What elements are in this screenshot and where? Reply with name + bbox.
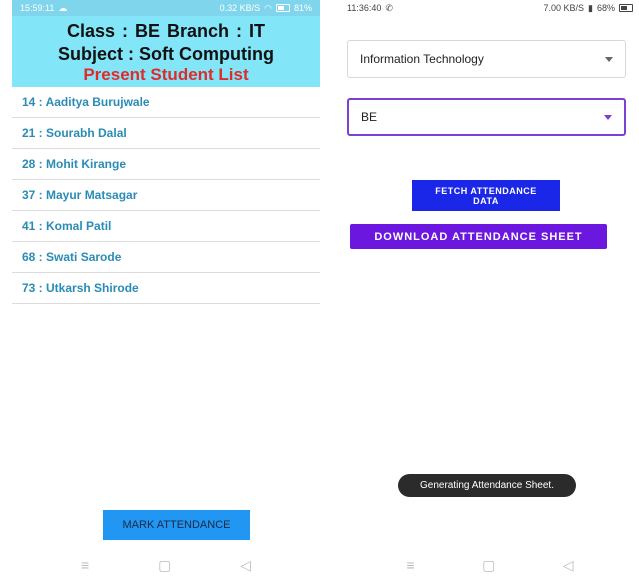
chevron-down-icon (605, 56, 613, 62)
wifi-icon: ◠ (264, 2, 272, 13)
network-speed: 7.00 KB/S (543, 3, 585, 13)
network-speed: 0.32 KB/S (219, 3, 261, 13)
menu-icon[interactable]: ≡ (406, 557, 414, 573)
status-time: 11:36:40 (347, 3, 382, 13)
class-select[interactable]: BE (347, 98, 626, 136)
branch-select[interactable]: Information Technology (347, 40, 626, 78)
battery-percent: 81% (293, 3, 312, 13)
back-icon[interactable]: ◁ (563, 557, 574, 574)
menu-icon[interactable]: ≡ (81, 557, 89, 573)
class-branch-title: Class : BE Branch : IT (66, 21, 266, 41)
signal-icon: ▮ (588, 2, 593, 13)
download-sheet-button[interactable]: DOWNLOAD ATTENDANCE SHEET (350, 224, 607, 249)
attendance-header: Class : BE Branch : IT Subject : Soft Co… (12, 16, 320, 87)
branch-select-value: Information Technology (360, 52, 484, 66)
mark-attendance-button[interactable]: MARK ATTENDANCE (103, 510, 250, 540)
home-icon[interactable]: ▢ (482, 557, 495, 574)
status-bar: 15:59:11 ☁ 0.32 KB/S ◠ 81% (12, 0, 320, 16)
list-item[interactable]: 73 : Utkarsh Shirode (12, 273, 320, 304)
list-item[interactable]: 28 : Mohit Kirange (12, 149, 320, 180)
chevron-down-icon (604, 114, 612, 120)
navigation-bar: ≡ ▢ ◁ (339, 547, 639, 583)
student-list: 14 : Aaditya Burujwale 21 : Sourabh Dala… (12, 87, 320, 304)
list-item[interactable]: 21 : Sourabh Dalal (12, 118, 320, 149)
left-phone-screen: 15:59:11 ☁ 0.32 KB/S ◠ 81% Class : BE Br… (12, 0, 320, 583)
status-bar: 11:36:40 ✆ 7.00 KB/S ▮ 68% (339, 0, 639, 16)
navigation-bar: ≡ ▢ ◁ (12, 547, 320, 583)
battery-icon (619, 4, 633, 12)
battery-percent: 68% (596, 3, 615, 13)
class-select-value: BE (361, 110, 378, 124)
phone-icon: ✆ (385, 2, 393, 13)
cloud-icon: ☁ (58, 2, 68, 13)
back-icon[interactable]: ◁ (240, 557, 251, 574)
subject-title: Subject : Soft Computing (58, 44, 274, 64)
home-icon[interactable]: ▢ (158, 557, 171, 574)
battery-icon (275, 4, 290, 12)
list-item[interactable]: 37 : Mayur Matsagar (12, 180, 320, 211)
list-item[interactable]: 14 : Aaditya Burujwale (12, 87, 320, 118)
fetch-attendance-button[interactable]: FETCH ATTENDANCE DATA (412, 180, 560, 211)
list-item[interactable]: 68 : Swati Sarode (12, 242, 320, 273)
toast-message: Generating Attendance Sheet. (398, 474, 576, 497)
list-item[interactable]: 41 : Komal Patil (12, 211, 320, 242)
status-time: 15:59:11 (20, 3, 55, 13)
right-phone-screen: 11:36:40 ✆ 7.00 KB/S ▮ 68% Information T… (339, 0, 639, 583)
present-list-title: Present Student List (83, 65, 249, 84)
